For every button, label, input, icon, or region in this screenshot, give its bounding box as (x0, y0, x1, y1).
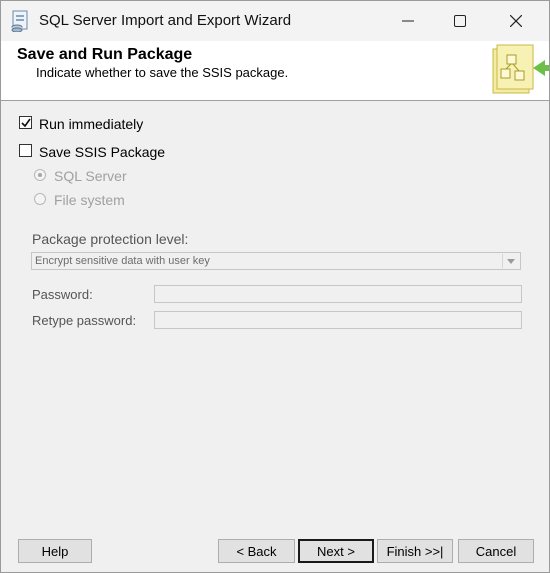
sql-server-radio-label[interactable]: SQL Server (54, 168, 127, 184)
wizard-window: SQL Server Import and Export Wizard Save… (0, 0, 550, 573)
protection-level-dropdown[interactable]: Encrypt sensitive data with user key (31, 252, 521, 270)
checkmark-icon (21, 118, 31, 128)
page-title: Save and Run Package (17, 46, 193, 63)
minimize-button[interactable] (385, 1, 431, 41)
page-subtitle: Indicate whether to save the SSIS packag… (36, 65, 289, 80)
close-button[interactable] (493, 1, 539, 41)
next-button[interactable]: Next > (298, 539, 374, 563)
window-title: SQL Server Import and Export Wizard (39, 12, 292, 29)
page-header: Save and Run Package Indicate whether to… (1, 41, 549, 101)
protection-level-value: Encrypt sensitive data with user key (35, 255, 210, 267)
close-icon (510, 15, 522, 27)
maximize-button[interactable] (437, 1, 483, 41)
save-ssis-label[interactable]: Save SSIS Package (39, 144, 165, 160)
file-system-radio[interactable] (34, 193, 46, 205)
back-button[interactable]: < Back (218, 539, 295, 563)
password-input[interactable] (154, 285, 522, 303)
wizard-app-icon (10, 10, 30, 33)
run-immediately-label[interactable]: Run immediately (39, 116, 143, 132)
maximize-icon (454, 15, 466, 27)
title-bar: SQL Server Import and Export Wizard (1, 1, 549, 41)
finish-button[interactable]: Finish >>| (377, 539, 453, 563)
retype-password-input[interactable] (154, 311, 522, 329)
save-ssis-checkbox[interactable] (19, 144, 32, 157)
minimize-icon (402, 20, 414, 22)
file-system-radio-label[interactable]: File system (54, 192, 125, 208)
help-button[interactable]: Help (18, 539, 92, 563)
run-immediately-checkbox[interactable] (19, 116, 32, 129)
sql-server-radio[interactable] (34, 169, 46, 181)
chevron-down-icon (502, 254, 519, 268)
password-label: Password: (32, 287, 93, 302)
cancel-button[interactable]: Cancel (458, 539, 534, 563)
radio-selected-dot (38, 173, 42, 177)
protection-level-label: Package protection level: (32, 231, 189, 247)
retype-password-label: Retype password: (32, 313, 137, 328)
package-graphic-icon (487, 43, 549, 100)
